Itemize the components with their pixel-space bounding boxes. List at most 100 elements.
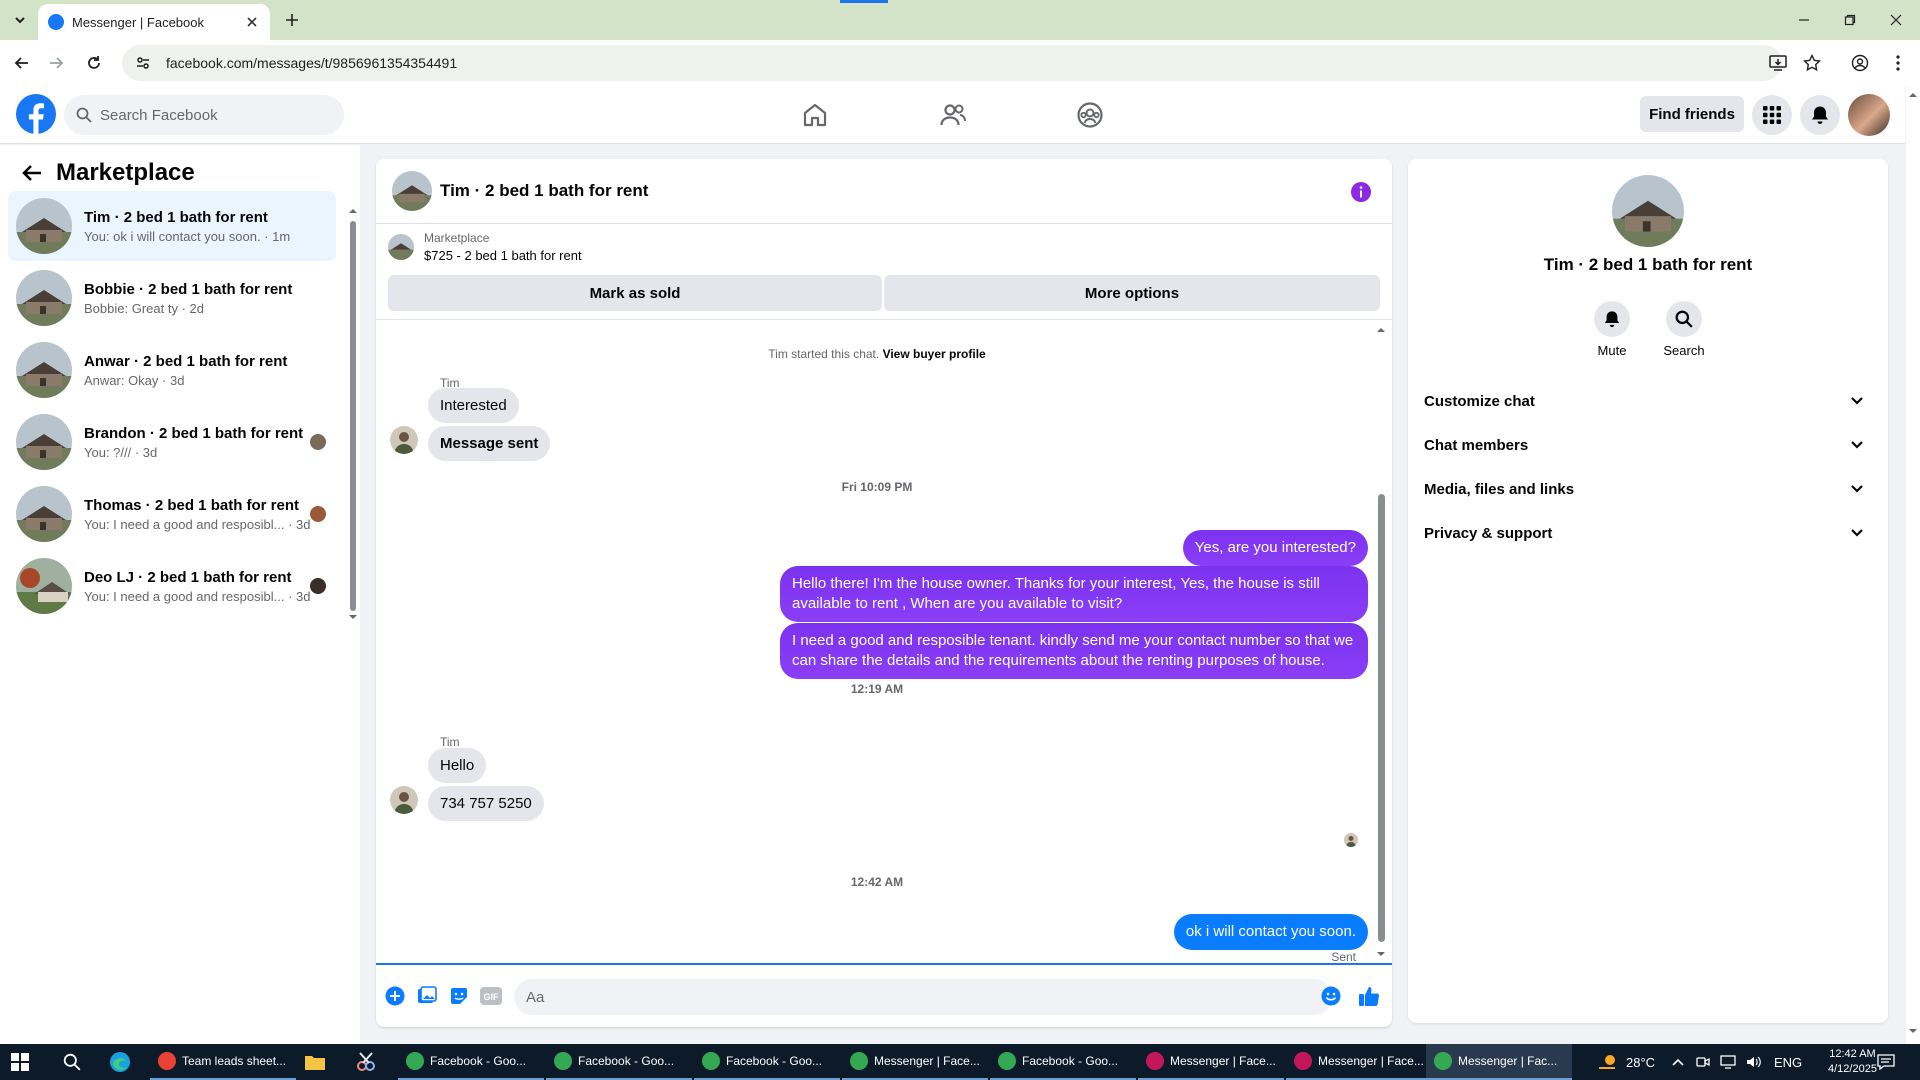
- facebook-logo-icon[interactable]: [16, 94, 56, 134]
- conversation-item[interactable]: Brandon · 2 bed 1 bath for rent You: ?//…: [8, 407, 336, 477]
- system-clock[interactable]: 12:42 AM 4/12/2025: [1828, 1047, 1877, 1077]
- conversation-name: Bobbie · 2 bed 1 bath for rent: [84, 280, 293, 298]
- conversation-item[interactable]: Anwar · 2 bed 1 bath for rent Anwar: Oka…: [8, 335, 336, 405]
- back-arrow-icon[interactable]: [10, 51, 34, 75]
- search-conversation-button[interactable]: Search: [1648, 301, 1720, 358]
- outgoing-message[interactable]: ok i will contact you soon.: [1173, 914, 1368, 950]
- find-friends-button[interactable]: Find friends: [1640, 96, 1744, 132]
- close-tab-icon[interactable]: [244, 14, 260, 30]
- incoming-message[interactable]: Interested: [428, 388, 519, 423]
- friends-icon[interactable]: [938, 100, 968, 130]
- view-buyer-profile-link[interactable]: View buyer profile: [883, 347, 986, 361]
- system-tray-icons[interactable]: ENG: [1672, 1044, 1802, 1080]
- taskbar-app[interactable]: Facebook - Goo...: [694, 1044, 840, 1080]
- file-explorer-icon[interactable]: [304, 1052, 326, 1072]
- taskbar-app-active[interactable]: Messenger | Fac...: [1426, 1044, 1572, 1080]
- plus-circle-icon[interactable]: [384, 985, 406, 1007]
- taskbar-app[interactable]: Facebook - Goo...: [546, 1044, 692, 1080]
- outgoing-message[interactable]: Yes, are you interested?: [1182, 530, 1368, 566]
- message-input[interactable]: [514, 979, 1332, 1015]
- outgoing-message[interactable]: I need a good and resposible tenant. kin…: [780, 623, 1368, 679]
- meet-now-icon[interactable]: [1696, 1055, 1710, 1069]
- outgoing-message[interactable]: Hello there! I'm the house owner. Thanks…: [780, 566, 1368, 622]
- listing-thumbnail: [388, 234, 414, 260]
- taskbar-search-icon[interactable]: [62, 1052, 82, 1072]
- info-icon[interactable]: [1350, 181, 1372, 203]
- incoming-message[interactable]: Hello: [428, 748, 487, 783]
- url-text: facebook.com/messages/t/9856961354354491: [166, 55, 458, 71]
- restore-icon[interactable]: [1838, 8, 1862, 32]
- new-tab-plus-icon[interactable]: [282, 10, 302, 30]
- weather-widget[interactable]: 28°C: [1596, 1044, 1655, 1080]
- gif-icon[interactable]: GIF: [480, 985, 502, 1007]
- profile-icon[interactable]: [1848, 51, 1872, 75]
- taskbar-app[interactable]: Team leads sheet...: [150, 1044, 296, 1080]
- network-icon[interactable]: [1720, 1055, 1736, 1069]
- home-icon[interactable]: [800, 100, 830, 130]
- sticker-icon[interactable]: [448, 985, 470, 1007]
- site-info-icon[interactable]: [134, 54, 152, 72]
- customize-chat-section[interactable]: Customize chat: [1424, 379, 1872, 423]
- menu-grid-icon[interactable]: [1752, 95, 1792, 135]
- chat-header: Tim · 2 bed 1 bath for rent: [376, 159, 1392, 224]
- facebook-search-bar[interactable]: Search Facebook: [64, 95, 344, 135]
- notifications-bell-icon[interactable]: [1800, 95, 1840, 135]
- forward-arrow-icon[interactable]: [44, 51, 68, 75]
- volume-icon[interactable]: [1746, 1055, 1762, 1069]
- conversation-avatar[interactable]: [1612, 175, 1684, 247]
- sender-avatar: [390, 786, 418, 814]
- more-options-button[interactable]: More options: [884, 275, 1380, 311]
- notification-center-icon[interactable]: [1876, 1052, 1896, 1072]
- snipping-tool-icon[interactable]: [354, 1050, 378, 1074]
- conversation-item[interactable]: Tim · 2 bed 1 bath for rent You: ok i wi…: [8, 191, 336, 261]
- chrome-icon: [1434, 1052, 1452, 1070]
- install-app-icon[interactable]: [1766, 51, 1790, 75]
- chat-listing-avatar[interactable]: [392, 171, 432, 211]
- listing-thumbnail: [16, 486, 72, 542]
- bookmark-star-icon[interactable]: [1800, 51, 1824, 75]
- incoming-message[interactable]: 734 757 5250: [428, 786, 544, 821]
- browser-tab[interactable]: Messenger | Facebook: [38, 4, 270, 40]
- search-label: Search: [1663, 343, 1705, 358]
- page-scrollbar[interactable]: [1906, 86, 1920, 1044]
- mark-as-sold-button[interactable]: Mark as sold: [388, 275, 882, 311]
- conversation-item[interactable]: Bobbie · 2 bed 1 bath for rent Bobbie: G…: [8, 263, 336, 333]
- language-indicator[interactable]: ENG: [1774, 1055, 1802, 1070]
- media-files-links-section[interactable]: Media, files and links: [1424, 467, 1872, 511]
- sidebar-scroll-thumb[interactable]: [350, 221, 356, 611]
- taskbar-app[interactable]: Messenger | Face...: [842, 1044, 988, 1080]
- chevron-up-icon[interactable]: [1672, 1057, 1684, 1067]
- reload-icon[interactable]: [82, 51, 106, 75]
- account-avatar[interactable]: [1848, 94, 1890, 136]
- minimize-icon[interactable]: [1792, 8, 1816, 32]
- edge-browser-icon[interactable]: [108, 1050, 132, 1074]
- chat-scrollbar[interactable]: [1376, 326, 1386, 958]
- back-arrow-icon[interactable]: [20, 161, 44, 185]
- windows-start-icon[interactable]: [10, 1052, 30, 1072]
- emoji-icon[interactable]: [1320, 985, 1342, 1007]
- chat-title[interactable]: Tim · 2 bed 1 bath for rent: [440, 181, 648, 201]
- close-window-icon[interactable]: [1884, 8, 1908, 32]
- conversation-item[interactable]: Thomas · 2 bed 1 bath for rent You: I ne…: [8, 479, 336, 549]
- taskbar-app[interactable]: Messenger | Face...: [1138, 1044, 1284, 1080]
- weather-temperature: 28°C: [1626, 1054, 1656, 1070]
- photo-icon[interactable]: [416, 985, 438, 1007]
- conversation-item[interactable]: Deo LJ · 2 bed 1 bath for rent You: I ne…: [8, 551, 336, 621]
- address-bar[interactable]: facebook.com/messages/t/9856961354354491: [122, 45, 1782, 81]
- browser-menu-icon[interactable]: [1886, 51, 1910, 75]
- chat-members-section[interactable]: Chat members: [1424, 423, 1872, 467]
- sidebar-scrollbar[interactable]: [349, 207, 357, 619]
- groups-icon[interactable]: [1075, 100, 1105, 130]
- tab-search-chevron-icon[interactable]: [8, 8, 32, 32]
- taskbar-app[interactable]: Facebook - Goo...: [398, 1044, 544, 1080]
- privacy-support-section[interactable]: Privacy & support: [1424, 511, 1872, 555]
- mute-button[interactable]: Mute: [1576, 301, 1648, 358]
- chat-scroll-thumb[interactable]: [1378, 494, 1385, 942]
- conversation-name: Tim · 2 bed 1 bath for rent: [84, 208, 268, 226]
- facebook-favicon-icon: [48, 14, 64, 30]
- thumbs-up-icon[interactable]: [1358, 985, 1380, 1007]
- taskbar-app[interactable]: Messenger | Face...: [1286, 1044, 1432, 1080]
- listing-summary[interactable]: Marketplace $725 - 2 bed 1 bath for rent: [388, 231, 582, 263]
- taskbar-app[interactable]: Facebook - Goo...: [990, 1044, 1136, 1080]
- incoming-message[interactable]: Message sent: [428, 426, 551, 461]
